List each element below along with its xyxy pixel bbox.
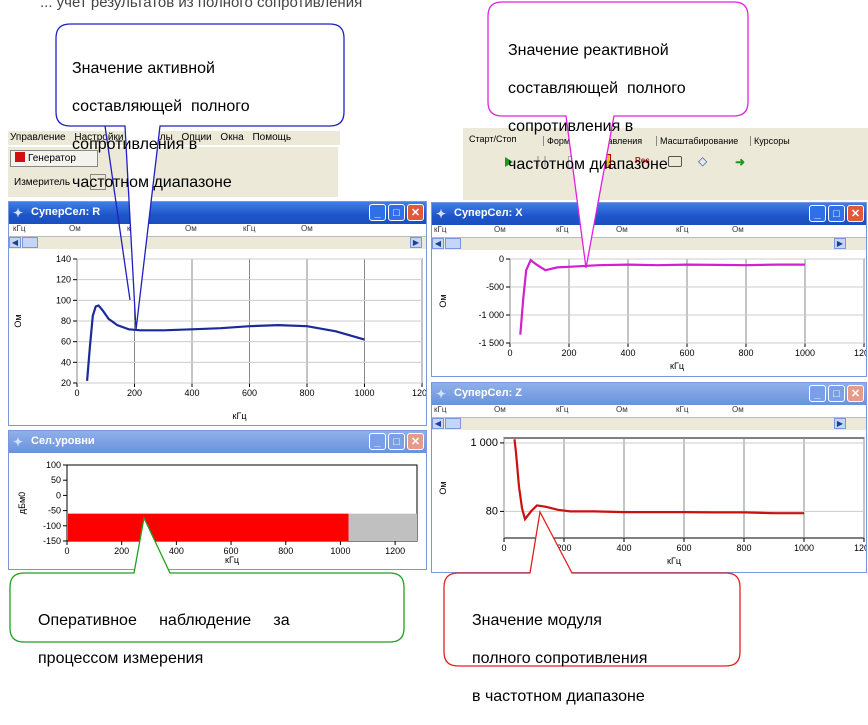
callout-line: сопротивления в [72, 136, 198, 153]
callout-line: составляющей полного [72, 98, 250, 115]
callout-line: Значение активной [72, 60, 215, 77]
callout-line: Значение реактивной [508, 42, 669, 59]
callout-observation-text: Оперативное наблюдение за процессом изме… [38, 592, 290, 687]
callout-line: частотном диапазоне [508, 156, 668, 173]
callout-line: составляющей полного [508, 80, 686, 97]
callout-reactive-text: Значение реактивной составляющей полного… [508, 22, 686, 193]
callout-line: частотном диапазоне [72, 174, 232, 191]
callout-line: Оперативное наблюдение за [38, 612, 290, 629]
callout-line: процессом измерения [38, 650, 204, 667]
callout-active-text: Значение активной составляющей полного с… [72, 40, 250, 211]
callout-line: в частотном диапазоне [472, 688, 645, 705]
callout-module-text: Значение модуля полного сопротивления в … [472, 592, 647, 725]
callout-line: Значение модуля [472, 612, 602, 629]
callout-line: полного сопротивления [472, 650, 648, 667]
callout-line: сопротивления в [508, 118, 634, 135]
